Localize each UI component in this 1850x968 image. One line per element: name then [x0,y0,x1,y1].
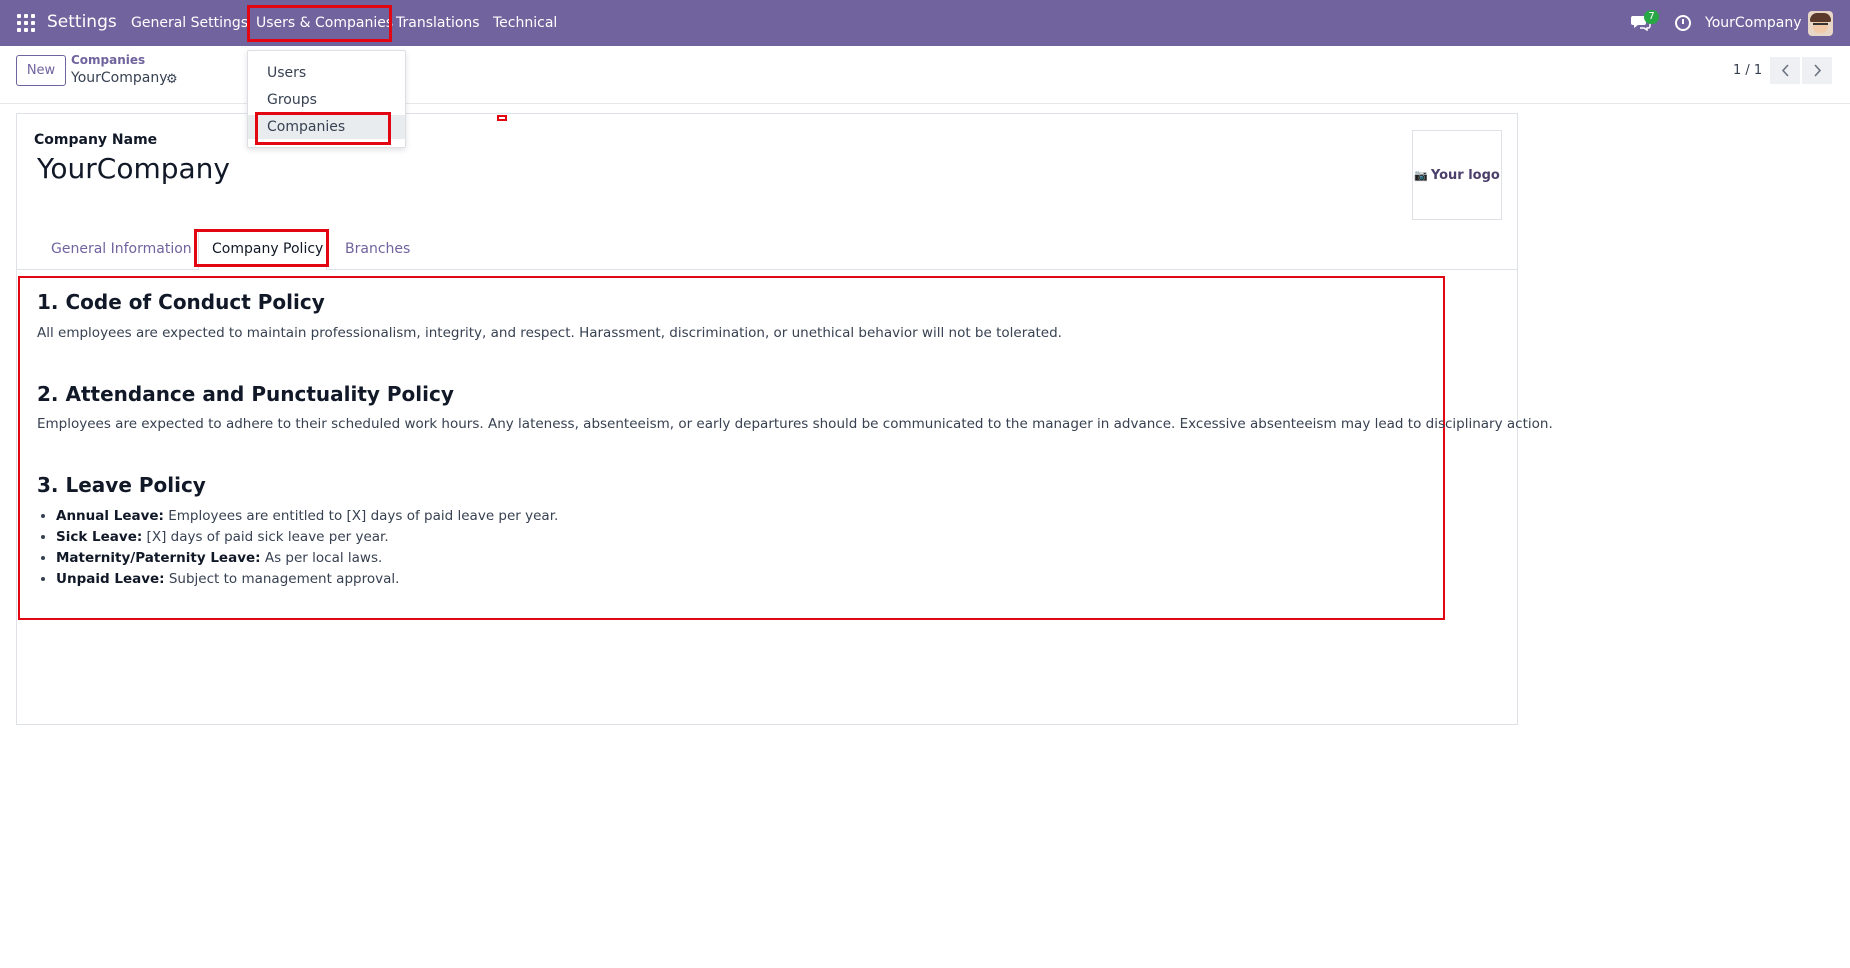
list-item: Unpaid Leave: Subject to management appr… [56,569,558,590]
policy-text-1: All employees are expected to maintain p… [37,325,1062,341]
company-logo-upload[interactable]: 📷 Your logo [1412,130,1502,220]
tab-general-information[interactable]: General Information [51,241,192,257]
leave-policy-list: Annual Leave: Employees are entitled to … [40,506,558,590]
pager-previous-button[interactable] [1770,57,1800,84]
dropdown-item-users[interactable]: Users [248,61,405,85]
chevron-left-icon [1781,64,1789,77]
company-name-field[interactable]: YourCompany [37,152,230,185]
list-item: Maternity/Paternity Leave: As per local … [56,548,558,569]
gear-icon[interactable]: ⚙ [166,73,178,86]
breadcrumb-companies-link[interactable]: Companies [71,53,145,67]
companies-highlight-box [255,112,391,145]
list-item: Annual Leave: Employees are entitled to … [56,506,558,527]
tab-highlight-box [194,229,329,267]
policy-heading-3: 3. Leave Policy [37,473,206,497]
breadcrumb-current: YourCompany [71,70,168,86]
policy-heading-1: 1. Code of Conduct Policy [37,290,325,314]
logo-label: Your logo [1430,167,1500,183]
company-name-label: Company Name [34,132,158,148]
chevron-right-icon [1813,64,1821,77]
company-policy-content[interactable]: 1. Code of Conduct Policy All employees … [18,276,1553,620]
policy-heading-2: 2. Attendance and Punctuality Policy [37,382,454,406]
company-switcher[interactable]: YourCompany [1705,15,1802,31]
user-avatar[interactable] [1808,11,1833,36]
menu-translations[interactable]: Translations [396,15,480,31]
list-item: Sick Leave: [X] days of paid sick leave … [56,527,558,548]
policy-text-2: Employees are expected to adhere to thei… [37,416,1553,432]
menu-highlight-box [247,5,392,42]
menu-technical[interactable]: Technical [493,15,557,31]
dropdown-item-groups[interactable]: Groups [248,88,405,112]
pager-next-button[interactable] [1802,57,1832,84]
activity-clock-icon[interactable] [1675,15,1691,31]
pager-value[interactable]: 1 / 1 [1733,63,1762,78]
new-button[interactable]: New [16,55,66,86]
apps-menu-icon[interactable] [17,14,35,32]
camera-icon: 📷 [1414,168,1428,182]
menu-general-settings[interactable]: General Settings [131,15,248,31]
company-form-sheet: Company Name YourCompany 📷 Your logo Gen… [16,113,1553,725]
tab-branches[interactable]: Branches [345,241,410,257]
chat-count-badge: 7 [1644,10,1659,24]
highlight-marker [497,115,507,121]
app-title[interactable]: Settings [47,12,117,32]
